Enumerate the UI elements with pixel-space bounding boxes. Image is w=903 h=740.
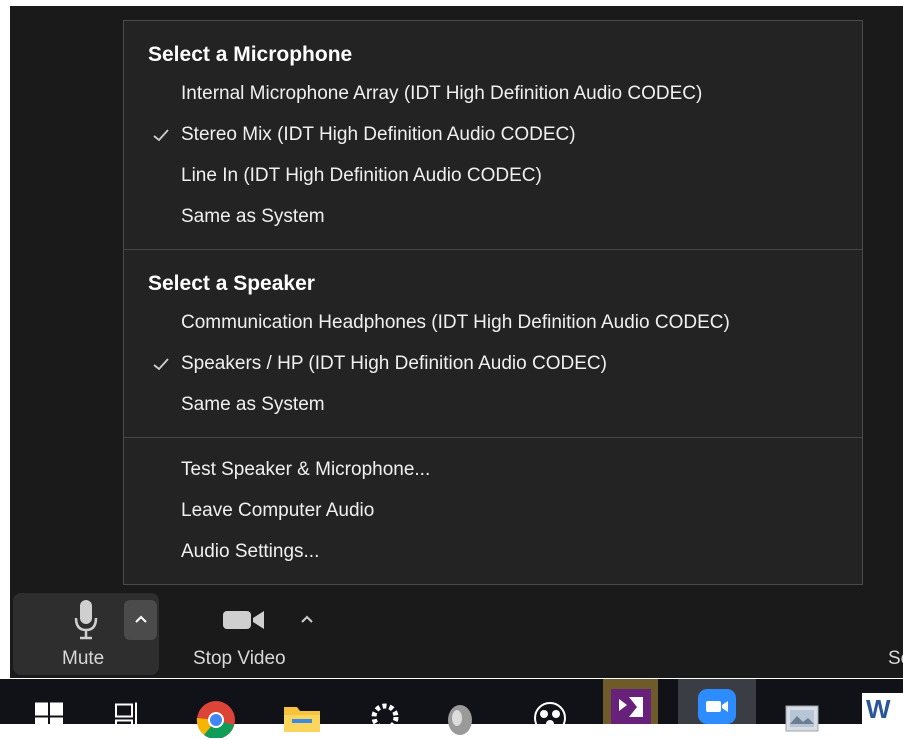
task-view-icon[interactable]: [112, 693, 142, 738]
microphone-option-stereo-mix[interactable]: Stereo Mix (IDT High Definition Audio CO…: [124, 120, 862, 154]
word-icon[interactable]: W: [862, 693, 903, 724]
speaker-option-label: Communication Headphones (IDT High Defin…: [181, 312, 730, 333]
video-options-chevron-icon[interactable]: [300, 614, 314, 624]
speaker-option-label: Speakers / HP (IDT High Definition Audio…: [181, 353, 607, 374]
microphone-option-internal[interactable]: Internal Microphone Array (IDT High Defi…: [124, 79, 862, 113]
microphone-option-same-as-system[interactable]: Same as System: [124, 202, 862, 236]
speaker-section-heading: Select a Speaker: [148, 272, 315, 295]
checkmark-icon: [153, 358, 169, 371]
menu-divider: [124, 249, 862, 250]
file-explorer-icon[interactable]: [282, 695, 322, 740]
visual-studio-icon: [611, 689, 651, 724]
menu-action-label: Test Speaker & Microphone...: [181, 459, 431, 480]
menu-action-label: Leave Computer Audio: [181, 500, 375, 521]
toolbar-partial-label[interactable]: Se: [888, 648, 903, 670]
leave-computer-audio-item[interactable]: Leave Computer Audio: [124, 496, 862, 530]
speaker-app-icon[interactable]: [445, 693, 475, 738]
visual-studio-tile[interactable]: [603, 679, 658, 724]
stop-video-label[interactable]: Stop Video: [193, 648, 286, 670]
chevron-up-icon: [135, 615, 147, 623]
audio-options-menu: Select a Microphone Internal Microphone …: [123, 20, 863, 585]
windows-taskbar: W: [0, 679, 903, 738]
microphone-section-heading: Select a Microphone: [148, 43, 353, 66]
menu-action-label: Audio Settings...: [181, 541, 320, 562]
test-speaker-microphone-item[interactable]: Test Speaker & Microphone...: [124, 455, 862, 489]
photos-icon[interactable]: [784, 693, 824, 738]
checkmark-icon: [153, 129, 169, 142]
microphone-option-label: Same as System: [181, 206, 325, 227]
speaker-option-same-as-system[interactable]: Same as System: [124, 390, 862, 424]
zoom-tile[interactable]: [678, 679, 756, 724]
microphone-option-line-in[interactable]: Line In (IDT High Definition Audio CODEC…: [124, 161, 862, 195]
obs-icon[interactable]: [532, 693, 568, 738]
zoom-icon: [698, 689, 736, 724]
speaker-option-speakers-hp[interactable]: Speakers / HP (IDT High Definition Audio…: [124, 349, 862, 383]
microphone-option-label: Line In (IDT High Definition Audio CODEC…: [181, 165, 542, 186]
microphone-icon: [74, 600, 98, 640]
menu-divider: [124, 437, 862, 438]
mute-label: Mute: [62, 648, 105, 669]
chrome-icon[interactable]: [196, 693, 236, 738]
word-letter: W: [866, 694, 891, 724]
audio-options-caret-button[interactable]: [124, 600, 157, 640]
video-camera-icon[interactable]: [222, 608, 266, 632]
windows-start-icon[interactable]: [35, 695, 65, 740]
settings-gear-icon[interactable]: [368, 693, 402, 738]
speaker-option-label: Same as System: [181, 394, 325, 415]
audio-settings-item[interactable]: Audio Settings...: [124, 537, 862, 571]
microphone-option-label: Internal Microphone Array (IDT High Defi…: [181, 83, 703, 104]
speaker-option-headphones[interactable]: Communication Headphones (IDT High Defin…: [124, 308, 862, 342]
microphone-option-label: Stereo Mix (IDT High Definition Audio CO…: [181, 124, 576, 145]
